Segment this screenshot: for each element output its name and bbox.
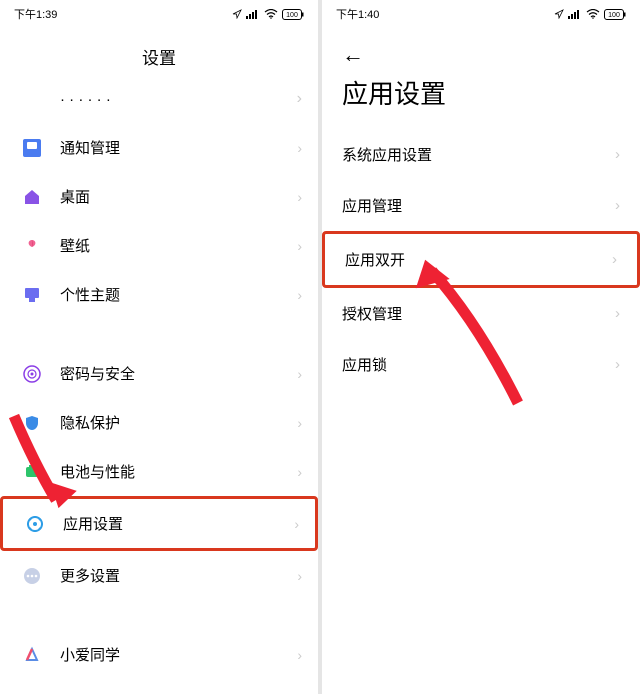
- xiaoai-icon: [22, 645, 42, 665]
- battery-perf-icon: [22, 462, 42, 482]
- battery-icon: 100: [282, 9, 304, 20]
- list-item-xiaoai[interactable]: 小爱同学 ›: [0, 630, 318, 679]
- status-bar: 下午1:39 100: [0, 0, 318, 28]
- list-item-label: 个性主题: [60, 284, 297, 305]
- chevron-right-icon: ›: [615, 146, 620, 163]
- status-bar: 下午1:40 100: [322, 0, 640, 28]
- page-title: 设置: [0, 28, 318, 89]
- chevron-right-icon: ›: [297, 287, 302, 303]
- chevron-right-icon: ›: [297, 415, 302, 431]
- wallpaper-icon: [22, 236, 42, 256]
- wifi-icon: [264, 9, 278, 19]
- list-item-home[interactable]: 桌面 ›: [0, 172, 318, 221]
- more-icon: [22, 566, 42, 586]
- list-item-notification[interactable]: 通知管理 ›: [0, 123, 318, 172]
- list-item-label: 应用锁: [342, 354, 387, 375]
- list-item-label: 应用双开: [345, 249, 405, 270]
- svg-text:100: 100: [286, 12, 298, 19]
- status-time: 下午1:39: [14, 6, 57, 22]
- chevron-right-icon: ›: [297, 568, 302, 584]
- status-time: 下午1:40: [336, 6, 379, 22]
- chevron-right-icon: ›: [297, 238, 302, 254]
- notification-icon: [22, 138, 42, 158]
- app-settings-screen-right: 下午1:40 100 ← 应用设置 系统应用设置 › 应用管理 › 应用双开 ›…: [322, 0, 640, 694]
- status-indicators: 100: [232, 9, 304, 20]
- list-item-label: 隐私保护: [60, 412, 297, 433]
- sound-icon: [22, 89, 42, 109]
- list-item-system-apps[interactable]: 系统应用设置 ›: [322, 129, 640, 180]
- list-item-label: 壁纸: [60, 235, 297, 256]
- app-settings-icon: [25, 514, 45, 534]
- list-item-partial[interactable]: · · · · · · ›: [0, 89, 318, 123]
- back-button[interactable]: ←: [322, 28, 640, 72]
- list-item-label: 密码与安全: [60, 363, 297, 384]
- chevron-right-icon: ›: [297, 647, 302, 663]
- chevron-right-icon: ›: [297, 189, 302, 205]
- list-item-label: 电池与性能: [60, 461, 297, 482]
- list-item-app-settings[interactable]: 应用设置 ›: [0, 496, 318, 551]
- theme-icon: [22, 285, 42, 305]
- location-icon: [232, 9, 242, 19]
- svg-text:100: 100: [608, 12, 620, 19]
- home-icon: [22, 187, 42, 207]
- chevron-right-icon: ›: [297, 366, 302, 382]
- list-item-dual-apps[interactable]: 应用双开 ›: [322, 231, 640, 288]
- chevron-right-icon: ›: [297, 464, 302, 480]
- page-title: 应用设置: [322, 72, 640, 129]
- list-item-label: 授权管理: [342, 303, 402, 324]
- list-item-app-manage[interactable]: 应用管理 ›: [322, 180, 640, 231]
- chevron-right-icon: ›: [612, 251, 617, 268]
- list-item-label: 更多设置: [60, 565, 297, 586]
- wifi-icon: [586, 9, 600, 19]
- lock-icon: [22, 364, 42, 384]
- chevron-right-icon: ›: [297, 140, 302, 156]
- signal-icon: [568, 9, 582, 19]
- privacy-icon: [22, 413, 42, 433]
- chevron-right-icon: ›: [297, 90, 302, 108]
- list-item-wallpaper[interactable]: 壁纸 ›: [0, 221, 318, 270]
- list-item-security[interactable]: 密码与安全 ›: [0, 349, 318, 398]
- list-item-app-lock[interactable]: 应用锁 ›: [322, 339, 640, 390]
- chevron-right-icon: ›: [294, 516, 299, 532]
- list-item-label: 应用设置: [63, 513, 294, 534]
- list-item-label: 应用管理: [342, 195, 402, 216]
- location-icon: [554, 9, 564, 19]
- signal-icon: [246, 9, 260, 19]
- list-item-label: 桌面: [60, 186, 297, 207]
- battery-icon: 100: [604, 9, 626, 20]
- list-item-permissions[interactable]: 授权管理 ›: [322, 288, 640, 339]
- list-item-label: 系统应用设置: [342, 144, 432, 165]
- list-item-label: · · · · · ·: [60, 91, 297, 108]
- chevron-right-icon: ›: [615, 197, 620, 214]
- list-item-label: 通知管理: [60, 137, 297, 158]
- chevron-right-icon: ›: [615, 305, 620, 322]
- status-indicators: 100: [554, 9, 626, 20]
- list-item-theme[interactable]: 个性主题 ›: [0, 270, 318, 319]
- chevron-right-icon: ›: [615, 356, 620, 373]
- list-item-label: 小爱同学: [60, 644, 297, 665]
- settings-screen-left: 下午1:39 100 设置 · · · · · · › 通知管理 › 桌面 › …: [0, 0, 318, 694]
- list-item-battery[interactable]: 电池与性能 ›: [0, 447, 318, 496]
- list-item-privacy[interactable]: 隐私保护 ›: [0, 398, 318, 447]
- list-item-more[interactable]: 更多设置 ›: [0, 551, 318, 600]
